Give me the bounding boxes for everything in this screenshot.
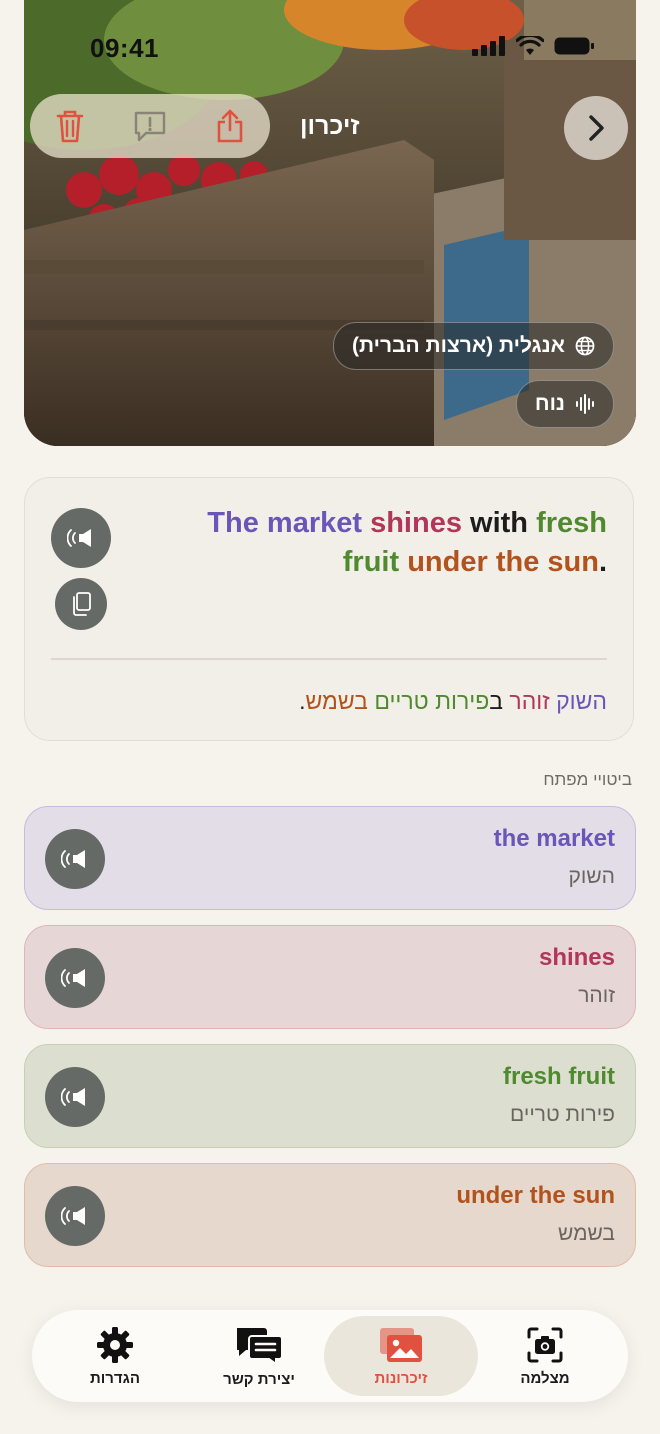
sentence-english-segment: .: [598, 546, 607, 578]
bottom-nav: הגדרות יצירת קשר זיכרונות מצלמה: [32, 1310, 628, 1402]
signal-icon: [472, 36, 505, 56]
sentence-hebrew-segment: השוק: [556, 688, 607, 714]
voice-chip[interactable]: נוח: [515, 380, 614, 428]
play-phrase-button[interactable]: [45, 829, 105, 889]
report-icon[interactable]: [127, 103, 173, 149]
phrase-english: the market: [493, 825, 615, 852]
language-label: אנגלית (ארצות הברית): [351, 334, 565, 357]
chevron-right-icon: [589, 115, 604, 141]
nav-label: הגדרות: [90, 1369, 140, 1387]
status-time: 09:41: [90, 33, 159, 63]
wifi-icon: [516, 36, 544, 55]
globe-icon: [575, 336, 595, 356]
key-phrases-label: ביטויי מפתח: [543, 770, 632, 789]
status-bar: 09:41: [0, 0, 660, 90]
status-icons: [472, 36, 594, 56]
play-sentence-button[interactable]: [51, 508, 111, 568]
divider: [51, 658, 607, 660]
sentence-hebrew: השוק זוהר בפירות טריים בשמש.: [67, 686, 607, 716]
phrase-english: under the sun: [456, 1182, 615, 1209]
sentence-hebrew-segment: בשמש: [305, 688, 368, 714]
phrase-english: shines: [538, 944, 615, 971]
phrase-hebrew: בשמש: [557, 1222, 615, 1245]
sentence-english-segment: [399, 546, 407, 578]
nav-label: מצלמה: [520, 1369, 570, 1387]
sentence-hebrew-segment: ב: [489, 688, 510, 714]
phrase-card[interactable]: under the sun בשמש: [24, 1163, 636, 1267]
battery-icon: [554, 37, 594, 55]
nav-item-settings[interactable]: הגדרות: [38, 1316, 192, 1396]
play-phrase-button[interactable]: [45, 1186, 105, 1246]
nav-item-memories[interactable]: זיכרונות: [324, 1316, 478, 1396]
memory-toolbar: [30, 94, 270, 158]
sentence-english-segment: with: [461, 507, 537, 539]
speaker-icon: [67, 529, 91, 547]
voice-label: נוח: [534, 392, 565, 415]
speaker-icon: [61, 1088, 85, 1106]
sentence-card: The market shines with fresh fruit under…: [24, 477, 634, 741]
copy-icon: [73, 592, 91, 616]
phrase-hebrew: זוהר: [578, 984, 615, 1007]
sentence-english-segment: [362, 507, 370, 539]
copy-button[interactable]: [55, 578, 107, 630]
nav-item-contact[interactable]: יצירת קשר: [182, 1316, 336, 1396]
play-phrase-button[interactable]: [45, 948, 105, 1008]
phrase-card[interactable]: fresh fruit פירות טריים: [24, 1044, 636, 1148]
nav-label: זיכרונות: [374, 1369, 428, 1387]
sentence-hebrew-segment: פירות טריים: [374, 688, 490, 714]
waveform-icon: [576, 394, 594, 414]
share-icon[interactable]: [207, 103, 253, 149]
gear-icon: [97, 1326, 133, 1363]
language-chip[interactable]: אנגלית (ארצות הברית): [332, 322, 614, 370]
chat-icon: [237, 1327, 283, 1365]
sentence-english-segment: under the sun: [407, 546, 599, 578]
sentence-english-segment: shines: [370, 507, 462, 539]
photos-icon: [380, 1327, 422, 1362]
nav-label: יצירת קשר: [223, 1370, 295, 1388]
play-phrase-button[interactable]: [45, 1067, 105, 1127]
speaker-icon: [61, 1207, 85, 1225]
page-title: זיכרון: [300, 112, 360, 140]
next-button[interactable]: [564, 96, 628, 160]
sentence-english: The market shines with fresh fruit under…: [167, 504, 607, 582]
camera-icon: [527, 1327, 563, 1362]
phrase-hebrew: פירות טריים: [510, 1103, 615, 1126]
sentence-english-segment: The market: [207, 507, 363, 539]
trash-icon[interactable]: [47, 103, 93, 149]
nav-item-camera[interactable]: מצלמה: [468, 1316, 622, 1396]
speaker-icon: [61, 969, 85, 987]
phrase-english: fresh fruit: [502, 1063, 615, 1090]
sentence-hebrew-segment: זוהר: [509, 688, 550, 714]
speaker-icon: [61, 850, 85, 868]
phrase-card[interactable]: the market השוק: [24, 806, 636, 910]
phrase-card[interactable]: shines זוהר: [24, 925, 636, 1029]
phrase-hebrew: השוק: [568, 865, 615, 888]
